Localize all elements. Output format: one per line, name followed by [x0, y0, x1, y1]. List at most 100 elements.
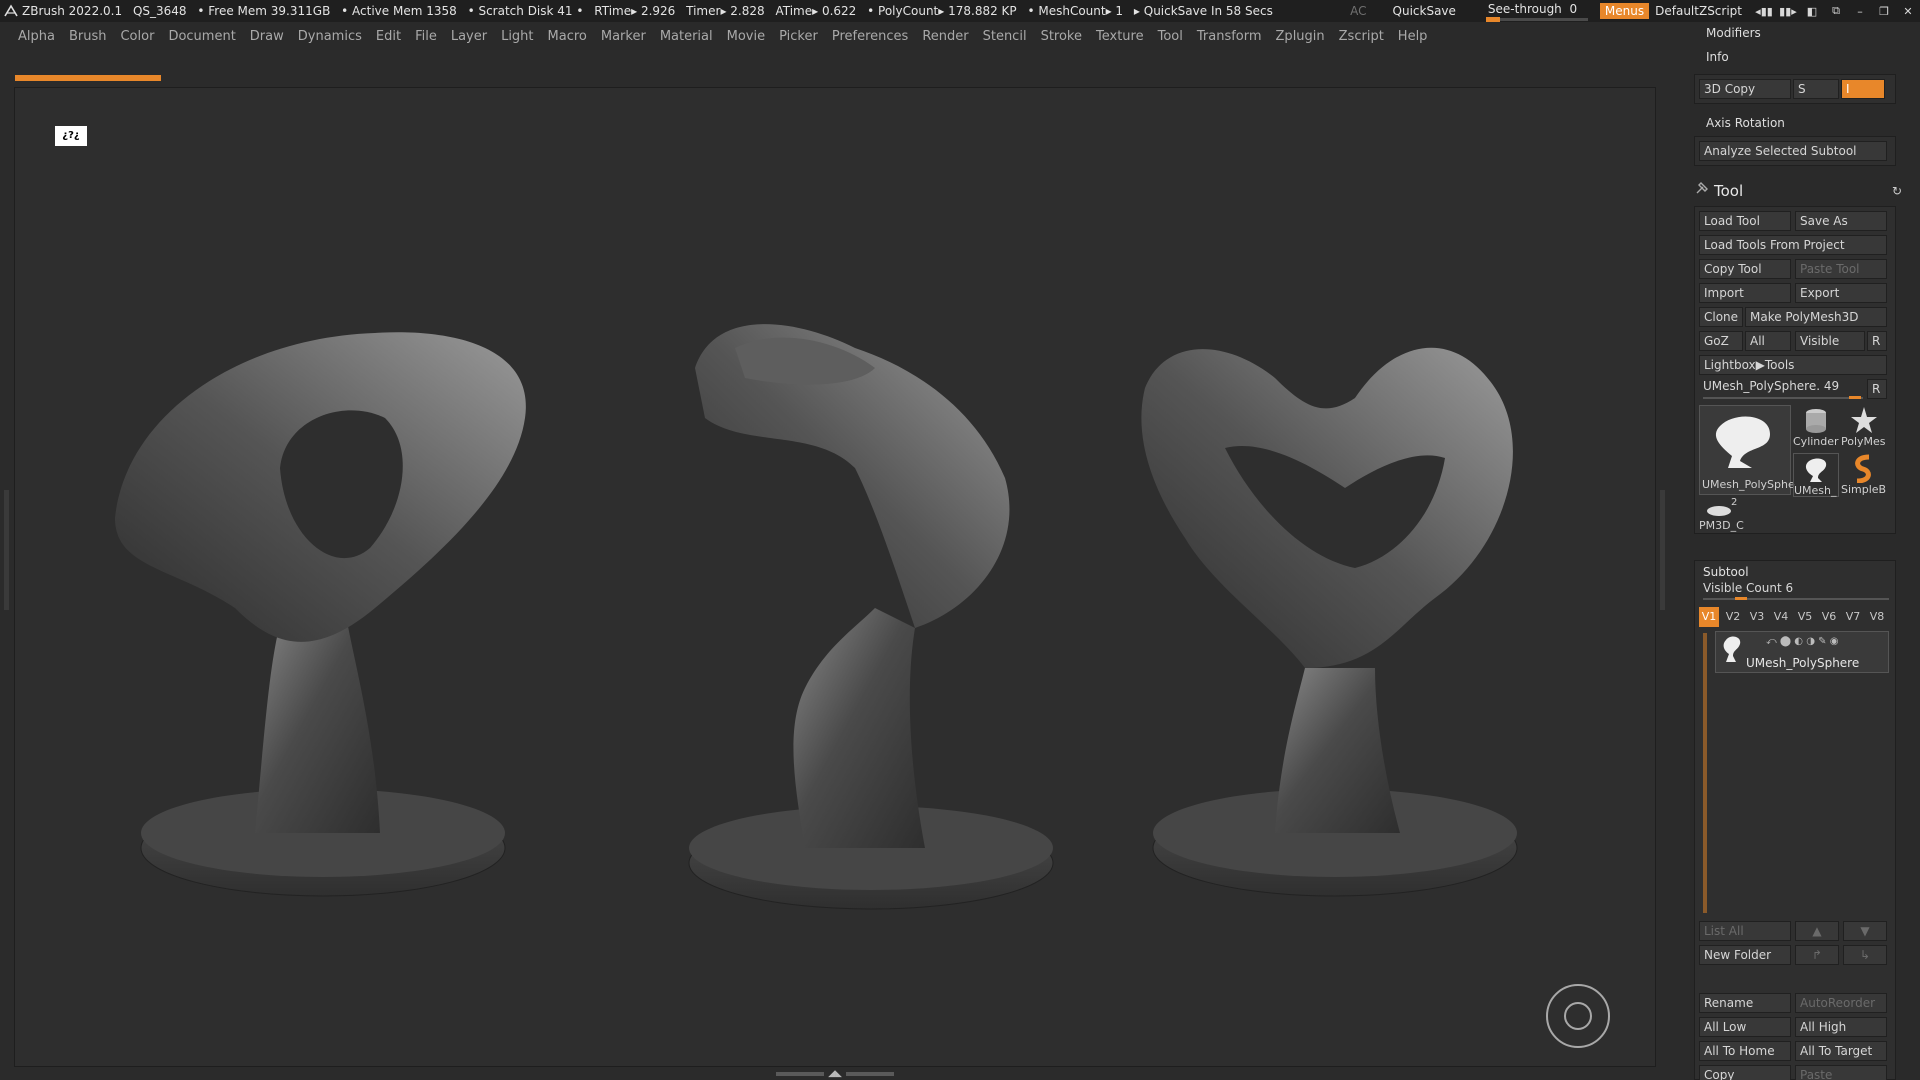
copy-tool-button[interactable]: Copy Tool	[1699, 259, 1791, 279]
menu-layer[interactable]: Layer	[451, 29, 487, 44]
copy3d-s-button[interactable]: S	[1793, 79, 1839, 99]
left-tray-handle[interactable]	[4, 490, 9, 610]
see-through-slider[interactable]: See-through 0	[1482, 0, 1592, 22]
menu-light[interactable]: Light	[501, 29, 533, 44]
gyro-inner-ring[interactable]	[1564, 1002, 1592, 1030]
close-icon[interactable]: ✕	[1896, 0, 1920, 22]
quicksave-button[interactable]: QuickSave	[1393, 4, 1456, 18]
analyze-subtool-button[interactable]: Analyze Selected Subtool	[1699, 141, 1887, 161]
folder-down-icon[interactable]: ↳	[1843, 945, 1887, 965]
tool-thumb-simplebrush[interactable]: SimpleB	[1841, 453, 1887, 497]
load-tools-from-project-button[interactable]: Load Tools From Project	[1699, 235, 1887, 255]
subtool-shade-icon[interactable]: ◐	[1794, 636, 1803, 647]
navigation-gyro[interactable]	[1546, 984, 1610, 1048]
menu-help[interactable]: Help	[1398, 29, 1428, 44]
tab-v4[interactable]: V4	[1771, 607, 1791, 627]
menu-texture[interactable]: Texture	[1096, 29, 1144, 44]
window-save-icon[interactable]: ⧉	[1824, 0, 1848, 22]
goz-all-button[interactable]: All	[1745, 331, 1791, 351]
all-low-button[interactable]: All Low	[1699, 1017, 1791, 1037]
menu-material[interactable]: Material	[660, 29, 713, 44]
info-label[interactable]: Info	[1706, 50, 1729, 64]
document-canvas[interactable]: ¿?¿	[14, 87, 1656, 1067]
restore-icon[interactable]: ❐	[1872, 0, 1896, 22]
layout-wide-icon[interactable]: ▮▮▸	[1776, 0, 1800, 22]
tool-thumb-pm3d[interactable]: 2 PM3D_C	[1699, 497, 1745, 533]
window-arrange-icon[interactable]: ◧	[1800, 0, 1824, 22]
menu-transform[interactable]: Transform	[1197, 29, 1262, 44]
tab-v8[interactable]: V8	[1867, 607, 1887, 627]
paste-tool-button[interactable]: Paste Tool	[1795, 259, 1887, 279]
menu-stencil[interactable]: Stencil	[983, 29, 1027, 44]
goz-button[interactable]: GoZ	[1699, 331, 1743, 351]
right-tray-handle[interactable]	[1660, 490, 1665, 610]
tab-v5[interactable]: V5	[1795, 607, 1815, 627]
menu-brush[interactable]: Brush	[69, 29, 107, 44]
eye-icon[interactable]: ◉	[1830, 636, 1839, 647]
new-folder-button[interactable]: New Folder	[1699, 945, 1791, 965]
menu-alpha[interactable]: Alpha	[18, 29, 55, 44]
folder-up-icon[interactable]: ↱	[1795, 945, 1839, 965]
goz-visible-button[interactable]: Visible	[1795, 331, 1865, 351]
layout-narrow-icon[interactable]: ◂▮▮	[1752, 0, 1776, 22]
visible-count-thumb[interactable]	[1735, 597, 1747, 600]
tab-v7[interactable]: V7	[1843, 607, 1863, 627]
ac-button[interactable]: AC	[1350, 4, 1366, 18]
copy-button[interactable]: Copy	[1699, 1065, 1791, 1080]
goz-r-button[interactable]: R	[1867, 331, 1887, 351]
menu-movie[interactable]: Movie	[727, 29, 765, 44]
menu-macro[interactable]: Macro	[548, 29, 587, 44]
menus-toggle[interactable]: Menus	[1599, 3, 1650, 19]
tool-thumb-polymesh[interactable]: PolyMes	[1841, 405, 1887, 449]
menu-zscript[interactable]: Zscript	[1339, 29, 1384, 44]
list-all-button[interactable]: List All	[1699, 921, 1791, 941]
subtool-dynamesh-icon[interactable]: ⬤	[1780, 636, 1791, 647]
tool-thumb-cylinder[interactable]: Cylinder	[1793, 405, 1839, 449]
menu-file[interactable]: File	[415, 29, 437, 44]
rename-button[interactable]: Rename	[1699, 993, 1791, 1013]
menu-render[interactable]: Render	[922, 29, 968, 44]
menu-stroke[interactable]: Stroke	[1041, 29, 1082, 44]
visible-count-label[interactable]: Visible Count 6	[1703, 581, 1793, 595]
clone-button[interactable]: Clone	[1699, 307, 1743, 327]
tab-v3[interactable]: V3	[1747, 607, 1767, 627]
menu-dynamics[interactable]: Dynamics	[298, 29, 362, 44]
modifiers-label[interactable]: Modifiers	[1706, 26, 1761, 40]
axis-rotation-label[interactable]: Axis Rotation	[1706, 116, 1785, 130]
menu-draw[interactable]: Draw	[250, 29, 284, 44]
subtool-list-scrollbar[interactable]	[1703, 633, 1707, 913]
save-as-button[interactable]: Save As	[1795, 211, 1887, 231]
tab-v6[interactable]: V6	[1819, 607, 1839, 627]
bottom-tray-handle[interactable]: ◢◣	[770, 1068, 900, 1080]
tool-slider-thumb[interactable]	[1849, 396, 1861, 399]
export-button[interactable]: Export	[1795, 283, 1887, 303]
tab-v2[interactable]: V2	[1723, 607, 1743, 627]
all-to-target-button[interactable]: All To Target	[1795, 1041, 1887, 1061]
copy3d-button[interactable]: 3D Copy	[1699, 79, 1791, 99]
tool-palette-title[interactable]: Tool	[1714, 182, 1743, 200]
refresh-icon[interactable]: ↻	[1892, 184, 1902, 198]
menu-zplugin[interactable]: Zplugin	[1276, 29, 1325, 44]
tool-thumb-umesh-small[interactable]: UMesh_	[1793, 453, 1839, 497]
move-down-icon[interactable]: ▼	[1843, 921, 1887, 941]
subtool-item[interactable]: ⤺ ⬤ ◐ ◑ ✎ ◉ UMesh_PolySphere	[1715, 631, 1889, 673]
menu-marker[interactable]: Marker	[601, 29, 646, 44]
subtool-title[interactable]: Subtool	[1703, 565, 1749, 579]
load-tool-button[interactable]: Load Tool	[1699, 211, 1791, 231]
make-polymesh3d-button[interactable]: Make PolyMesh3D	[1745, 307, 1887, 327]
menu-preferences[interactable]: Preferences	[832, 29, 908, 44]
tool-palette-icon[interactable]	[1694, 180, 1710, 196]
subtool-brush-icon[interactable]: ✎	[1818, 636, 1826, 647]
tool-r-button[interactable]: R	[1867, 379, 1887, 399]
move-up-icon[interactable]: ▲	[1795, 921, 1839, 941]
default-zscript-button[interactable]: DefaultZScript	[1655, 4, 1742, 18]
subtool-poly-icon[interactable]: ⤺	[1766, 636, 1777, 647]
minimize-icon[interactable]: –	[1848, 0, 1872, 22]
menu-picker[interactable]: Picker	[779, 29, 818, 44]
tab-v1[interactable]: V1	[1699, 607, 1719, 627]
copy3d-i-button[interactable]: I	[1841, 79, 1885, 99]
menu-document[interactable]: Document	[168, 29, 235, 44]
all-to-home-button[interactable]: All To Home	[1699, 1041, 1791, 1061]
expand-arrows-icon[interactable]: ◢◣	[828, 1069, 842, 1079]
paste-button[interactable]: Paste	[1795, 1065, 1887, 1080]
